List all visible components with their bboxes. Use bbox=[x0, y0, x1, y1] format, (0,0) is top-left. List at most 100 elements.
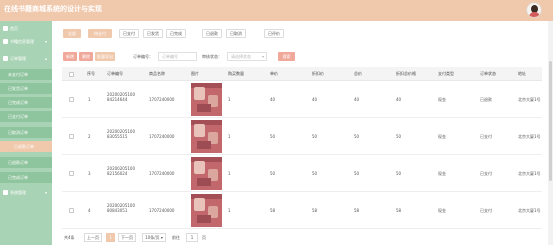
tab-cancelled[interactable]: 已取消 bbox=[226, 29, 246, 38]
tab-shipped[interactable]: 已发货 bbox=[143, 29, 163, 38]
col-qty: 购买数量 bbox=[228, 71, 244, 76]
col-disc: 折扣价 bbox=[312, 71, 324, 76]
sidebar-item-books[interactable]: 书籍信息管理 ▾ bbox=[0, 36, 52, 47]
sidebar-item-label: 首页 bbox=[10, 26, 18, 31]
cell-disc: 50 bbox=[312, 134, 318, 139]
settings-icon bbox=[3, 190, 8, 195]
table-row[interactable]: 3 2020020510082156024 1707240000 1 50 50… bbox=[62, 155, 542, 192]
sidebar-subitem-cancelled[interactable]: 已取消订单 bbox=[0, 127, 52, 138]
chevron-down-icon: ▾ bbox=[261, 54, 264, 59]
search-button[interactable]: 搜索 bbox=[278, 52, 295, 61]
tab-all[interactable]: 全部 bbox=[63, 29, 81, 38]
sidebar-item-label: 订单管理 bbox=[10, 56, 26, 61]
book-icon bbox=[3, 39, 8, 44]
cell-addr: 北京大厦1号 bbox=[518, 208, 541, 213]
cell-disc: 50 bbox=[312, 171, 318, 176]
app-title: 在线书籍商城系统的设计与实现 bbox=[4, 5, 102, 13]
cell-pay-type: 现金 bbox=[438, 171, 446, 176]
table-row[interactable]: 4 2020020510080843051 1707240000 1 58 58… bbox=[62, 192, 542, 229]
prev-page-button[interactable]: 上一页 bbox=[84, 233, 102, 242]
total-count: 共4条 bbox=[64, 235, 75, 240]
sidebar-item-system[interactable]: 系统管理 ▾ bbox=[0, 187, 52, 198]
col-total: 总价 bbox=[354, 71, 362, 76]
cell-disc-total: 58 bbox=[396, 208, 402, 213]
add-button[interactable]: 新增 bbox=[63, 52, 77, 61]
product-thumbnail[interactable] bbox=[191, 120, 222, 153]
col-disc-total: 折扣总价格 bbox=[396, 71, 416, 76]
col-order-no: 订单编号 bbox=[107, 71, 123, 76]
cell-disc: 40 bbox=[312, 97, 318, 102]
scrollbar-thumb[interactable] bbox=[549, 61, 552, 181]
col-image: 图片 bbox=[191, 71, 199, 76]
cell-product: 1707240000 bbox=[149, 208, 175, 213]
row-checkbox[interactable] bbox=[69, 171, 74, 176]
cell-order-no: 2020020510083055515 bbox=[107, 129, 135, 139]
delete-button[interactable]: 删除 bbox=[79, 52, 93, 61]
cell-qty: 1 bbox=[228, 208, 231, 213]
cell-addr: 北京大厦1号 bbox=[518, 134, 541, 139]
tab-pending-payment[interactable]: 待支付 bbox=[88, 29, 112, 38]
cell-addr: 北京大厦1号 bbox=[518, 171, 541, 176]
cell-addr: 北京大厦1号 bbox=[518, 97, 541, 102]
chevron-down-icon: ▾ bbox=[45, 190, 48, 195]
export-button[interactable]: 批量导出 bbox=[95, 52, 115, 61]
goto-page-input[interactable]: 1 bbox=[186, 233, 198, 242]
sidebar-subitem-refunded-active[interactable]: 已退款订单 bbox=[0, 141, 52, 152]
sidebar-item-orders[interactable]: 订单管理 ▴ bbox=[0, 53, 52, 64]
cell-status: 已支付 bbox=[480, 134, 492, 139]
next-page-button[interactable]: 下一页 bbox=[118, 233, 136, 242]
cell-disc-total: 50 bbox=[396, 134, 402, 139]
sidebar-item-home[interactable]: 首页 bbox=[0, 23, 52, 34]
tab-paid[interactable]: 已支付 bbox=[119, 29, 139, 38]
cell-order-no: 2020020510082156024 bbox=[107, 166, 135, 176]
order-no-input[interactable]: 订单编号 bbox=[158, 52, 197, 61]
row-checkbox[interactable] bbox=[69, 97, 74, 102]
sidebar-item-label: 已支付订单 bbox=[8, 114, 28, 119]
cell-index: 4 bbox=[88, 208, 91, 213]
order-icon bbox=[3, 56, 8, 61]
sidebar-item-label: 已退款订单 bbox=[14, 144, 34, 149]
page-unit-label: 页 bbox=[202, 235, 206, 240]
sidebar-item-label: 未支付订单 bbox=[8, 72, 28, 77]
sidebar-subitem-completed-2[interactable]: 已完成订单 bbox=[0, 172, 52, 183]
cell-total: 50 bbox=[354, 134, 360, 139]
chevron-down-icon: ▾ bbox=[45, 39, 48, 44]
tab-completed[interactable]: 已完成 bbox=[166, 29, 186, 38]
table-row[interactable]: 1 2020020510084214644 1707240000 1 40 40… bbox=[62, 81, 542, 118]
chevron-down-icon: ▾ bbox=[160, 235, 163, 240]
tab-refunded[interactable]: 已退款 bbox=[202, 29, 222, 38]
tab-reviewed[interactable]: 已评价 bbox=[264, 29, 284, 38]
cell-price: 50 bbox=[270, 134, 276, 139]
sidebar-subitem-unpaid[interactable]: 未支付订单 bbox=[0, 69, 52, 80]
sidebar-subitem-completed[interactable]: 已完成订单 bbox=[0, 97, 52, 108]
col-pay-type: 支付类型 bbox=[438, 71, 454, 76]
chevron-up-icon: ▴ bbox=[45, 56, 48, 61]
sidebar-subitem-refunded[interactable]: 已退款订单 bbox=[0, 157, 52, 168]
product-thumbnail[interactable] bbox=[191, 83, 222, 116]
cell-total: 40 bbox=[354, 97, 360, 102]
col-status: 订单状态 bbox=[480, 71, 496, 76]
page-size-select[interactable]: 10条/页 ▾ bbox=[142, 233, 166, 242]
sidebar: 首页 书籍信息管理 ▾ 订单管理 ▴ 未支付订单 已发货订单 已完成订单 已支付… bbox=[0, 21, 52, 245]
order-no-label: 订单编号： bbox=[133, 54, 153, 59]
sidebar-item-label: 已发货订单 bbox=[8, 86, 28, 91]
cell-price: 40 bbox=[270, 97, 276, 102]
row-checkbox[interactable] bbox=[69, 134, 74, 139]
sidebar-item-label: 已完成订单 bbox=[8, 100, 28, 105]
cell-total: 50 bbox=[354, 171, 360, 176]
row-checkbox[interactable] bbox=[69, 208, 74, 213]
product-thumbnail[interactable] bbox=[191, 194, 222, 227]
select-all-checkbox[interactable] bbox=[69, 72, 74, 77]
product-thumbnail[interactable] bbox=[191, 157, 222, 190]
user-avatar[interactable] bbox=[526, 2, 542, 18]
sidebar-subitem-shipped[interactable]: 已发货订单 bbox=[0, 83, 52, 94]
status-select[interactable]: 请选择状态 ▾ bbox=[227, 52, 267, 61]
page-size-value: 10条/页 bbox=[145, 235, 160, 240]
table-row[interactable]: 2 2020020510083055515 1707240000 1 50 50… bbox=[62, 118, 542, 155]
cell-pay-type: 现金 bbox=[438, 208, 446, 213]
vertical-scrollbar[interactable] bbox=[548, 21, 553, 245]
cell-pay-type: 现金 bbox=[438, 97, 446, 102]
sidebar-subitem-paid[interactable]: 已支付订单 bbox=[0, 111, 52, 122]
page-1-button[interactable]: 1 bbox=[106, 233, 115, 242]
top-header: 在线书籍商城系统的设计与实现 bbox=[0, 0, 553, 21]
